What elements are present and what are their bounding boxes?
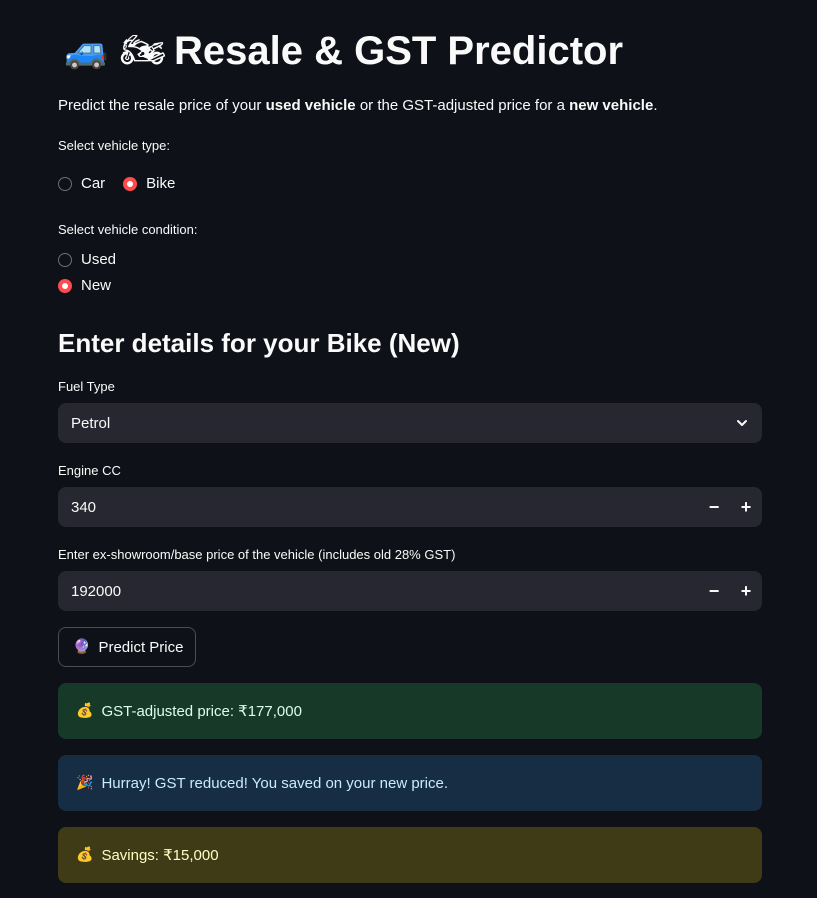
vehicle-condition-label: Select vehicle condition: bbox=[58, 222, 198, 237]
section-title: Enter details for your Bike (New) bbox=[58, 328, 460, 358]
engine-cc-input[interactable]: 340 − + bbox=[58, 487, 762, 527]
radio-unchecked-icon bbox=[58, 252, 72, 267]
page-title-text: Resale & GST Predictor bbox=[173, 29, 624, 73]
intro-text: Predict the resale price of your used ve… bbox=[58, 96, 657, 116]
radio-checked-icon bbox=[58, 278, 72, 293]
gst-reduced-alert: 🎉 Hurray! GST reduced! You saved on your… bbox=[58, 755, 762, 811]
fuel-type-select[interactable]: Petrol bbox=[58, 403, 762, 443]
radio-bike-label: Bike bbox=[146, 175, 176, 192]
intro-new-vehicle: new vehicle bbox=[569, 97, 654, 114]
fuel-type-value: Petrol bbox=[71, 414, 111, 432]
engine-cc-stepper: − + bbox=[698, 487, 762, 527]
savings-text: Savings: ₹15,000 bbox=[101, 847, 219, 864]
increment-button[interactable]: + bbox=[730, 487, 762, 527]
crystal-ball-icon: 🔮 bbox=[73, 639, 91, 655]
money-bag-icon: 💰 bbox=[76, 847, 94, 863]
money-bag-icon: 💰 bbox=[76, 703, 94, 719]
base-price-stepper: − + bbox=[698, 571, 762, 611]
fuel-type-label: Fuel Type bbox=[58, 379, 115, 394]
decrement-button[interactable]: − bbox=[698, 571, 730, 611]
party-popper-icon: 🎉 bbox=[76, 775, 94, 791]
gst-price-alert: 💰 GST-adjusted price: ₹177,000 bbox=[58, 683, 762, 739]
radio-checked-icon bbox=[123, 176, 138, 191]
predict-price-button[interactable]: 🔮 Predict Price bbox=[58, 627, 197, 667]
radio-car-label: Car bbox=[81, 175, 106, 192]
radio-used-label: Used bbox=[81, 251, 117, 268]
intro-mid: or the GST-adjusted price for a bbox=[355, 97, 570, 114]
radio-used[interactable]: Used bbox=[58, 251, 116, 268]
intro-suffix: . bbox=[653, 97, 658, 114]
radio-new[interactable]: New bbox=[58, 277, 111, 294]
vehicle-type-label: Select vehicle type: bbox=[58, 138, 171, 153]
intro-prefix: Predict the resale price of your bbox=[58, 97, 266, 114]
car-bike-icon: 🚙 🏍 bbox=[64, 30, 166, 71]
increment-button[interactable]: + bbox=[730, 571, 762, 611]
radio-bike[interactable]: Bike bbox=[123, 175, 175, 192]
vehicle-type-radio-group: Car Bike bbox=[58, 175, 175, 192]
engine-cc-label: Engine CC bbox=[58, 463, 121, 478]
savings-alert: 💰 Savings: ₹15,000 bbox=[58, 827, 762, 883]
vehicle-condition-radio-new: New bbox=[58, 277, 111, 294]
predict-price-label: Predict Price bbox=[98, 638, 184, 656]
gst-price-text: GST-adjusted price: ₹177,000 bbox=[101, 703, 302, 720]
chevron-down-icon[interactable] bbox=[722, 416, 762, 430]
gst-reduced-text: Hurray! GST reduced! You saved on your n… bbox=[101, 774, 449, 792]
decrement-button[interactable]: − bbox=[698, 487, 730, 527]
vehicle-condition-radio-used: Used bbox=[58, 251, 116, 268]
engine-cc-value[interactable]: 340 bbox=[58, 499, 698, 516]
base-price-input[interactable]: 192000 − + bbox=[58, 571, 762, 611]
radio-car[interactable]: Car bbox=[58, 175, 105, 192]
radio-new-label: New bbox=[81, 277, 112, 294]
page-title: 🚙 🏍 Resale & GST Predictor bbox=[64, 28, 623, 74]
base-price-label: Enter ex-showroom/base price of the vehi… bbox=[58, 547, 456, 562]
base-price-value[interactable]: 192000 bbox=[58, 583, 698, 600]
radio-unchecked-icon bbox=[58, 176, 72, 191]
intro-used-vehicle: used vehicle bbox=[265, 97, 356, 114]
